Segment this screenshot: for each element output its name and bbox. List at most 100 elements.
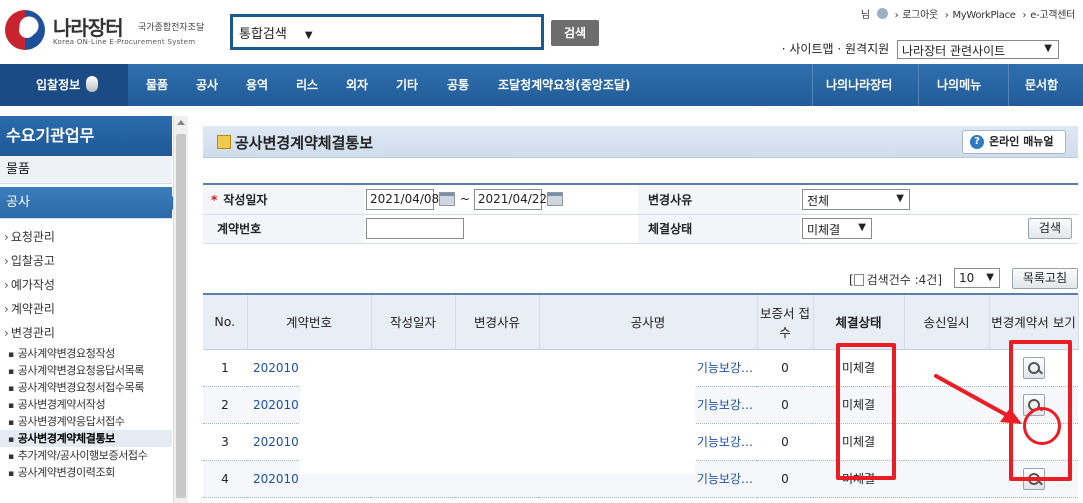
page-title-bar: 공사변경계약체결통보 ? 온라인 매뉴얼 [203,126,1078,158]
cell-no: 4 [203,460,247,498]
logo-name: 나라장터 [53,16,124,40]
cell-no: 1 [203,349,247,387]
nav-item-etc[interactable]: 기타 [396,64,418,106]
search-form: * 작성일자 2021/04/08 ~ 2021/04/22 변경사유 전체 ▼ 계약… [203,183,1078,244]
calendar-icon[interactable] [439,192,455,207]
sidebar-leaf[interactable]: 공사계약변경요청서접수목록 [0,379,172,396]
col-header-sent-time: 송신일시 [904,295,990,350]
customer-center-link[interactable]: › e-고객센터 [1023,10,1076,21]
sidebar-leaf-current[interactable]: 공사변경계약체결통보 [0,430,172,447]
sidebar-leaf[interactable]: 공사계약변경요청응답서목록 [0,362,172,379]
nav-item-my-narajangter[interactable]: 나의나라장터 [826,64,892,106]
cell-sent-time [904,460,989,498]
cell-guarantee: 0 [757,349,813,387]
sidebar-category-goods[interactable]: 물품 [0,156,172,184]
nav-item-construction[interactable]: 공사 [196,64,218,106]
nav-item-my-menu[interactable]: 나의메뉴 [937,64,981,106]
scroll-thumb[interactable] [176,134,186,498]
status-label: 체결상태 [638,214,800,244]
sidebar-sub-estimate[interactable]: 예가작성 [0,273,172,297]
col-header-name: 공사명 [539,295,758,350]
date-to-input[interactable]: 2021/04/22 [473,188,547,210]
date-separator: ~ [460,191,471,206]
chevron-down-icon: ▼ [896,192,904,204]
page-size-select[interactable]: 10 ▼ [954,268,1000,288]
related-sites-select[interactable]: 나라장터 관련사이트 ▼ [897,40,1059,59]
status-select[interactable]: 미체결 ▼ [802,218,872,239]
nav-item-bid-info[interactable]: 입찰정보 [0,64,128,106]
col-header-no: No. [203,295,248,350]
search-scope-value: 통합검색 [239,27,287,42]
chevron-down-icon: ▼ [858,222,866,233]
col-header-status: 체결상태 [813,295,905,350]
nav-item-foreign[interactable]: 외자 [346,64,368,106]
nav-divider [918,64,919,106]
sitemap-remote-links[interactable]: · 사이트맵 · 원격지원 [782,42,889,56]
mouse-icon [86,76,99,92]
sidebar-scrollbar[interactable] [173,116,188,503]
header: 나라장터 국가종합전자조달 Korea ON-Line E-Procuremen… [0,0,1083,60]
annotation-arrow-icon [934,374,1022,424]
nav-item-goods[interactable]: 물품 [146,64,168,106]
sidebar-sub-request[interactable]: 요청관리 [0,225,172,249]
search-scope-select[interactable]: 통합검색 ▼ [239,23,313,42]
annotation-status-box [836,343,896,480]
scroll-up-icon[interactable] [177,120,185,125]
redacted-area [300,350,695,474]
nav-item-common[interactable]: 공통 [447,64,469,106]
reason-label: 변경사유 [638,185,800,215]
date-label: * 작성일자 [203,185,364,215]
integrated-search-box[interactable]: 통합검색 ▼ [230,14,544,50]
online-manual-button[interactable]: ? 온라인 매뉴얼 [962,130,1066,154]
sidebar-sub-contract[interactable]: 계약관리 [0,297,172,321]
sidebar: 수요기관업무 물품 공사 요청관리 입찰공고 예가작성 계약관리 변경관리 공사… [0,116,188,503]
refresh-list-button[interactable]: 목록고침 [1011,268,1078,289]
col-header-reason: 변경사유 [455,295,540,350]
nav-item-lease[interactable]: 리스 [296,64,318,106]
sidebar-leaf[interactable]: 공사변경계약응답서접수 [0,413,172,430]
sidebar-leaf[interactable]: 공사계약변경이력조회 [0,464,172,481]
sidebar-leaf[interactable]: 추가계약/공사이행보증서접수 [0,447,172,464]
logo-mark-icon [5,10,45,50]
header-search-button[interactable]: 검색 [551,20,599,46]
cell-no: 3 [203,423,247,461]
cell-no: 2 [203,386,247,424]
contract-no-input[interactable] [366,218,464,239]
cell-guarantee: 0 [757,423,813,461]
col-header-date: 작성일자 [371,295,456,350]
document-icon [853,274,864,286]
calendar-icon[interactable] [546,192,563,207]
sidebar-sub-change[interactable]: 변경관리 [0,321,172,345]
nav-item-pps-request[interactable]: 조달청계약요청(중앙조달) [498,64,630,106]
sidebar-title: 수요기관업무 [0,116,172,156]
nav-divider [1008,64,1009,106]
contract-no-label: 계약번호 [203,214,364,244]
date-from-input[interactable]: 2021/04/08 [366,188,439,210]
sidebar-sub-bid-notice[interactable]: 입찰공고 [0,249,172,273]
main-nav: 입찰정보 물품 공사 용역 리스 외자 기타 공통 조달청계약요청(중앙조달) … [0,64,1083,106]
gear-icon[interactable] [876,8,888,19]
page-title: 공사변경계약체결통보 [235,134,374,152]
logo-english: Korea ON-Line E-Procurement System [53,38,196,46]
nav-item-service[interactable]: 용역 [246,64,268,106]
chevron-down-icon: ▼ [986,272,994,283]
col-header-contract-no: 계약번호 [247,295,372,350]
sidebar-leaf[interactable]: 공사변경계약서작성 [0,396,172,413]
cell-guarantee: 0 [757,386,813,424]
logo[interactable]: 나라장터 국가종합전자조달 Korea ON-Line E-Procuremen… [5,10,225,50]
reason-select[interactable]: 전체 ▼ [802,188,910,210]
utility-bottom: · 사이트맵 · 원격지원 나라장터 관련사이트 ▼ [782,40,1059,59]
nav-item-document-box[interactable]: 문서함 [1025,64,1058,106]
chevron-down-icon: ▼ [1044,43,1052,54]
pencil-icon [217,135,231,149]
help-icon: ? [970,135,984,149]
logo-subtitle: 국가종합전자조달 [138,23,205,33]
utility-links: 님 › 로그아웃 › MyWorkPlace › e-고객센터 [857,6,1075,21]
form-search-button[interactable]: 검색 [1027,218,1072,239]
nav-divider [812,64,813,106]
col-header-guarantee: 보증서 접수 [757,295,814,350]
logout-link[interactable]: › 로그아웃 [895,10,939,21]
sidebar-leaf[interactable]: 공사계약변경요청작성 [0,345,172,362]
myworkplace-link[interactable]: › MyWorkPlace [945,10,1016,21]
sidebar-category-construction[interactable]: 공사 [0,187,179,219]
